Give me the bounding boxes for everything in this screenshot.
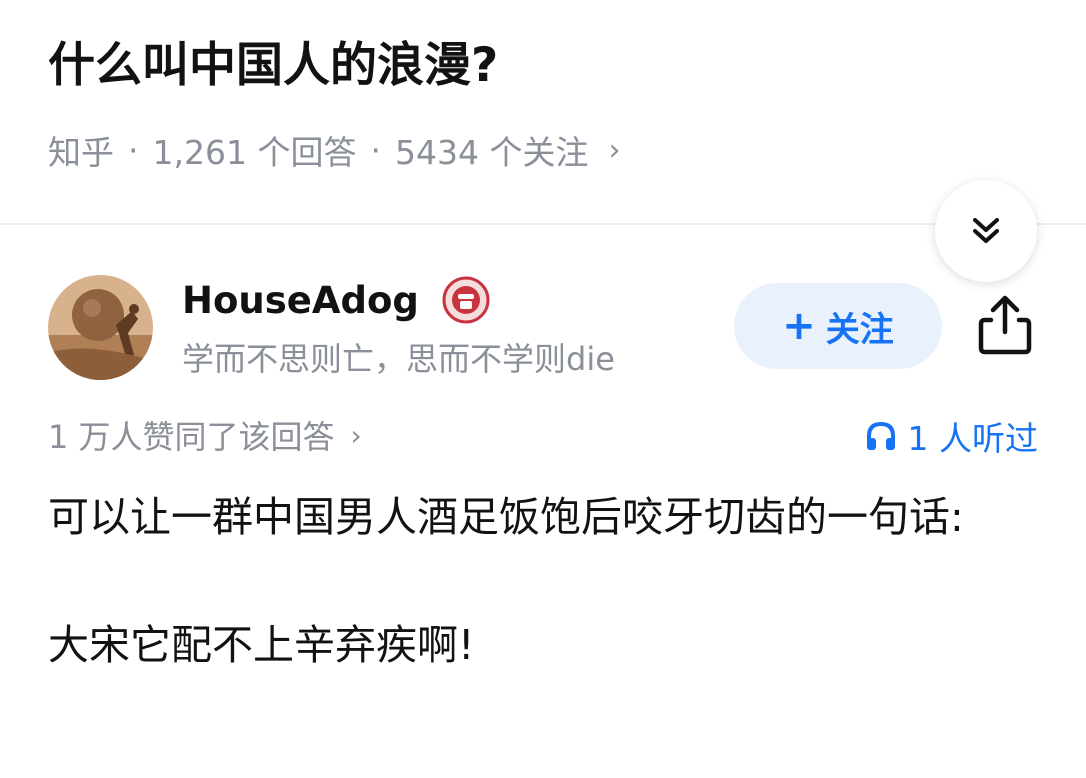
question-title[interactable]: 什么叫中国人的浪漫?	[48, 38, 498, 94]
answer-paragraph: 大宋它配不上辛弃疾啊!	[48, 620, 475, 669]
follow-label: 关注	[825, 309, 894, 350]
author-bio: 学而不思则亡，思而不学则die	[182, 340, 615, 378]
follower-count: 5434 个关注	[394, 133, 589, 172]
follow-button[interactable]: + 关注	[734, 283, 942, 369]
answer-page: 什么叫中国人的浪漫? 知乎 · 1,261 个回答 · 5434 个关注 › H…	[0, 0, 1086, 778]
headphones-icon	[866, 421, 895, 450]
answer-paragraph: 可以让一群中国男人酒足饭饱后咬牙切齿的一句话:	[48, 493, 964, 541]
answer-content[interactable]: 可以让一群中国男人酒足饭饱后咬牙切齿的一句话: 大宋它配不上辛弃疾啊!	[48, 486, 1044, 677]
answer-count: 1,261 个回答	[152, 133, 357, 172]
share-icon	[978, 295, 1032, 355]
source-label: 知乎	[48, 133, 114, 172]
sisyphus-avatar-icon	[48, 275, 153, 380]
plus-icon: +	[782, 303, 816, 349]
double-chevron-down-icon	[973, 218, 999, 243]
collapse-button[interactable]	[935, 180, 1037, 282]
meta-separator: ·	[128, 130, 139, 170]
badge-icon[interactable]	[441, 275, 491, 325]
meta-separator: ·	[370, 130, 381, 170]
avatar[interactable]	[48, 275, 153, 380]
upvote-summary[interactable]: 1 万人赞同了该回答 ›	[48, 412, 362, 458]
share-button[interactable]	[975, 292, 1035, 358]
listen-indicator[interactable]: 1 人听过	[864, 412, 1039, 460]
author-name[interactable]: HouseAdog	[182, 275, 491, 325]
divider	[0, 223, 1086, 225]
chevron-right-icon: ›	[350, 418, 362, 452]
listened-text: 1 人听过	[907, 419, 1039, 458]
author-name-text: HouseAdog	[182, 278, 419, 322]
upvote-text: 1 万人赞同了该回答	[48, 418, 335, 456]
question-meta[interactable]: 知乎 · 1,261 个回答 · 5434 个关注 ›	[48, 126, 620, 174]
chevron-right-icon: ›	[608, 132, 621, 168]
